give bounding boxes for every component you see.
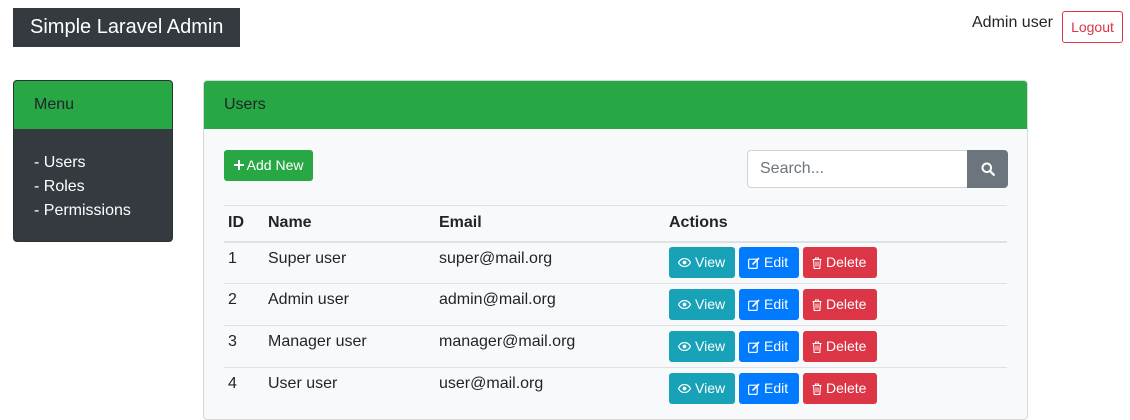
- add-new-button[interactable]: Add New: [224, 150, 313, 181]
- eye-icon: [678, 258, 691, 268]
- search-icon: [981, 162, 995, 176]
- delete-button[interactable]: Delete: [803, 331, 877, 362]
- search-group: [747, 150, 1008, 188]
- column-header-email: Email: [435, 205, 665, 243]
- user-email: manager@mail.org: [435, 325, 665, 368]
- user-id: 4: [224, 367, 264, 410]
- delete-button[interactable]: Delete: [803, 247, 877, 279]
- user-name: Super user: [264, 241, 435, 284]
- table-row: 3 Manager user manager@mail.org View Edi…: [224, 325, 1007, 368]
- table-header-row: ID Name Email Actions: [224, 205, 1007, 243]
- logout-button[interactable]: Logout: [1062, 11, 1123, 43]
- view-label: View: [695, 296, 726, 312]
- edit-icon: [748, 298, 760, 311]
- trash-icon: [812, 383, 822, 395]
- search-input[interactable]: [747, 150, 967, 188]
- table-row: 1 Super user super@mail.org View Edit De…: [224, 241, 1007, 284]
- edit-button[interactable]: Edit: [739, 331, 799, 362]
- user-email: user@mail.org: [435, 367, 665, 410]
- menu-title: Menu: [14, 81, 172, 129]
- view-button[interactable]: View: [669, 331, 735, 362]
- row-actions: View Edit Delete: [665, 367, 1007, 410]
- edit-label: Edit: [764, 254, 789, 271]
- edit-icon: [748, 340, 760, 353]
- trash-icon: [812, 340, 822, 353]
- current-user-name: Admin user: [972, 14, 1053, 31]
- table-row: 4 User user user@mail.org View Edit Dele…: [224, 367, 1007, 410]
- user-name: Manager user: [264, 325, 435, 368]
- delete-label: Delete: [826, 380, 867, 397]
- trash-icon: [812, 298, 822, 311]
- view-label: View: [695, 380, 726, 397]
- trash-icon: [812, 257, 822, 269]
- edit-label: Edit: [764, 338, 789, 354]
- users-panel: Users Add New ID Name Email Actions 1 S: [203, 80, 1028, 420]
- eye-icon: [678, 384, 691, 394]
- edit-button[interactable]: Edit: [739, 247, 799, 279]
- edit-icon: [748, 257, 760, 269]
- view-button[interactable]: View: [669, 247, 735, 279]
- column-header-name: Name: [264, 205, 435, 243]
- delete-label: Delete: [826, 296, 867, 312]
- search-button[interactable]: [967, 150, 1008, 188]
- menu-item-permissions[interactable]: - Permissions: [34, 199, 172, 223]
- user-id: 1: [224, 241, 264, 284]
- column-header-id: ID: [224, 205, 264, 243]
- delete-label: Delete: [826, 254, 867, 271]
- user-email: super@mail.org: [435, 241, 665, 284]
- user-email: admin@mail.org: [435, 283, 665, 326]
- edit-icon: [748, 383, 760, 395]
- edit-button[interactable]: Edit: [739, 289, 799, 320]
- view-button[interactable]: View: [669, 289, 735, 320]
- app-brand[interactable]: Simple Laravel Admin: [13, 8, 240, 47]
- add-new-label: Add New: [246, 157, 304, 173]
- menu-card: Menu - Users - Roles - Permissions: [13, 80, 173, 242]
- view-label: View: [695, 338, 726, 354]
- menu-item-users[interactable]: - Users: [34, 151, 172, 175]
- user-id: 2: [224, 283, 264, 326]
- eye-icon: [678, 300, 691, 309]
- user-name: Admin user: [264, 283, 435, 326]
- column-header-actions: Actions: [665, 205, 1007, 243]
- delete-button[interactable]: Delete: [803, 289, 877, 320]
- row-actions: View Edit Delete: [665, 283, 1007, 326]
- delete-button[interactable]: Delete: [803, 373, 877, 405]
- users-table: ID Name Email Actions 1 Super user super…: [224, 205, 1007, 410]
- user-name: User user: [264, 367, 435, 410]
- table-row: 2 Admin user admin@mail.org View Edit De…: [224, 283, 1007, 326]
- edit-button[interactable]: Edit: [739, 373, 799, 405]
- view-label: View: [695, 254, 726, 271]
- menu-list: - Users - Roles - Permissions: [14, 129, 172, 223]
- edit-label: Edit: [764, 380, 789, 397]
- view-button[interactable]: View: [669, 373, 735, 405]
- eye-icon: [678, 342, 691, 351]
- row-actions: View Edit Delete: [665, 241, 1007, 284]
- menu-item-roles[interactable]: - Roles: [34, 175, 172, 199]
- delete-label: Delete: [826, 338, 867, 354]
- user-id: 3: [224, 325, 264, 368]
- edit-label: Edit: [764, 296, 789, 312]
- plus-icon: [233, 160, 244, 170]
- row-actions: View Edit Delete: [665, 325, 1007, 368]
- users-panel-title: Users: [204, 81, 1027, 129]
